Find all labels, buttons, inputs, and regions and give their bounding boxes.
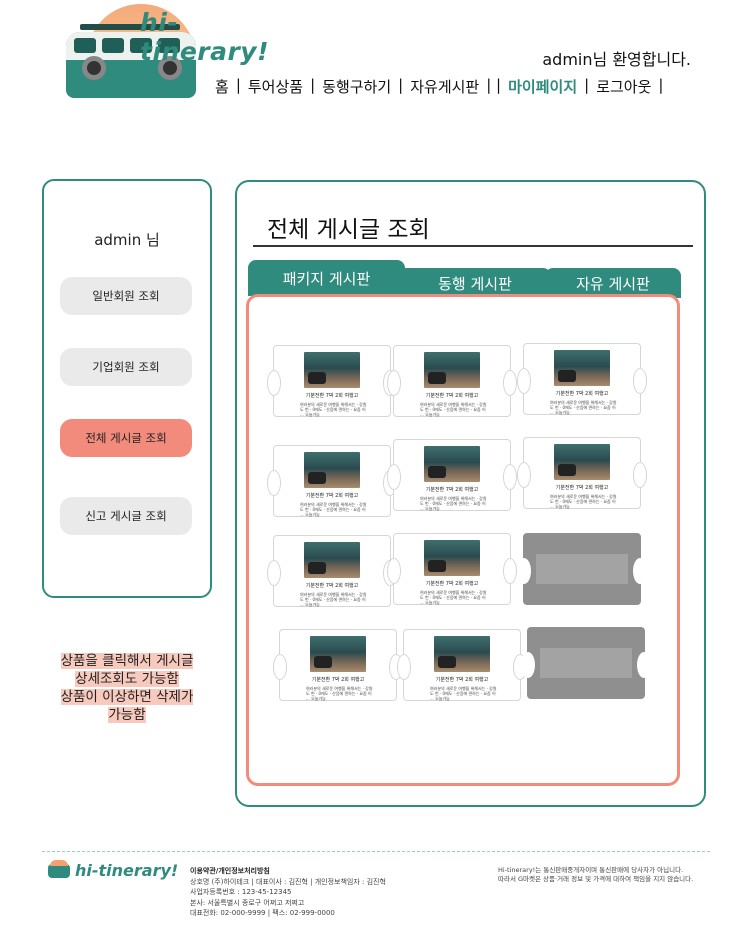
- product-card[interactable]: 기분전환 7박 2회 여행고 여러분의 새로운 여행을 위해서는 · 강원도 번…: [517, 343, 647, 415]
- general-member-button[interactable]: 일반회원 조회: [60, 277, 192, 315]
- product-card[interactable]: 기분전환 7박 2회 여행고 여러분의 새로운 여행을 위해서는 · 강원도 번…: [387, 439, 517, 511]
- product-thumbnail: [304, 542, 360, 578]
- product-thumbnail: [310, 636, 366, 672]
- reported-posts-button[interactable]: 신고 게시글 조회: [60, 497, 192, 535]
- page-title: 전체 게시글 조회: [267, 217, 430, 243]
- product-card[interactable]: 기분전환 7박 2회 여행고 여러분의 새로운 여행을 위해서는 · 강원도 번…: [273, 629, 403, 701]
- product-card[interactable]: 기분전환 7박 2회 여행고 여러분의 새로운 여행을 위해서는 · 강원도 번…: [267, 535, 397, 607]
- footer-disclaimer: Hi-tinerary!는 통신판매중개자이며 통신판매에 당사자가 아닙니다.…: [498, 866, 694, 883]
- nav-find-companion[interactable]: 동행구하기: [319, 76, 394, 97]
- welcome-message: admin님 환영합니다.: [542, 50, 691, 69]
- posts-panel: 전체 게시글 조회 패키지 게시판 동행 게시판 자유 게시판 기분전환 7박 …: [235, 180, 706, 807]
- product-thumbnail: [304, 452, 360, 488]
- all-posts-button[interactable]: 전체 게시글 조회: [60, 419, 192, 457]
- product-card[interactable]: 기분전환 7박 2회 여행고 여러분의 새로운 여행을 위해서는 · 강원도 번…: [387, 345, 517, 417]
- logo-text: hi-tinerary!: [140, 8, 269, 66]
- nav-logout[interactable]: 로그아웃: [593, 76, 654, 97]
- footer-policy-links[interactable]: 이용약관/개인정보처리방침: [190, 866, 386, 877]
- product-thumbnail: [424, 540, 480, 576]
- nav-home[interactable]: 홈: [212, 76, 232, 97]
- corporate-member-button[interactable]: 기업회원 조회: [60, 348, 192, 386]
- product-thumbnail: [304, 352, 360, 388]
- nav-tour-products[interactable]: 투어상품: [245, 76, 306, 97]
- product-card[interactable]: 기분전환 7박 2회 여행고 여러분의 새로운 여행을 위해서는 · 강원도 번…: [267, 345, 397, 417]
- product-thumbnail: [424, 352, 480, 388]
- product-card[interactable]: 기분전환 7박 2회 여행고 여러분의 새로운 여행을 위해서는 · 강원도 번…: [517, 437, 647, 509]
- admin-name: admin 님: [94, 231, 160, 249]
- title-divider: [253, 245, 693, 247]
- product-card-placeholder: [521, 627, 651, 699]
- product-thumbnail: [554, 444, 610, 480]
- footer-company-info: 이용약관/개인정보처리방침 상호명 (주)하이테크 | 대표이사 : 김진혁 |…: [190, 866, 386, 917]
- product-card[interactable]: 기분전환 7박 2회 여행고 여러분의 새로운 여행을 위해서는 · 강원도 번…: [267, 445, 397, 517]
- tab-package-board[interactable]: 패키지 게시판: [248, 260, 405, 296]
- top-navigation: 홈 | 투어상품 | 동행구하기 | 자유게시판 | | 마이페이지 | 로그아웃 |: [212, 76, 667, 97]
- nav-free-board[interactable]: 자유게시판: [407, 76, 482, 97]
- product-thumbnail: [424, 446, 480, 482]
- product-card[interactable]: 기분전환 7박 2회 여행고 여러분의 새로운 여행을 위해서는 · 강원도 번…: [397, 629, 527, 701]
- admin-sidebar: admin 님 일반회원 조회 기업회원 조회 전체 게시글 조회 신고 게시글…: [42, 179, 212, 598]
- footer-divider: [42, 851, 710, 852]
- wheel-icon: [82, 56, 106, 80]
- van-icon: [48, 860, 70, 878]
- nav-mypage[interactable]: 마이페이지: [505, 76, 580, 97]
- product-thumbnail: [434, 636, 490, 672]
- help-note: 상품을 클릭해서 게시글 상세조회도 가능함 상품이 이상하면 삭제가 가능함: [60, 653, 194, 723]
- product-thumbnail: [554, 350, 610, 386]
- footer-logo[interactable]: hi-tinerary!: [75, 861, 178, 880]
- product-card[interactable]: 기분전환 7박 2회 여행고 여러분의 새로운 여행을 위해서는 · 강원도 번…: [387, 533, 517, 605]
- product-grid: 기분전환 7박 2회 여행고 여러분의 새로운 여행을 위해서는 · 강원도 번…: [246, 294, 680, 786]
- product-card-placeholder: [517, 533, 647, 605]
